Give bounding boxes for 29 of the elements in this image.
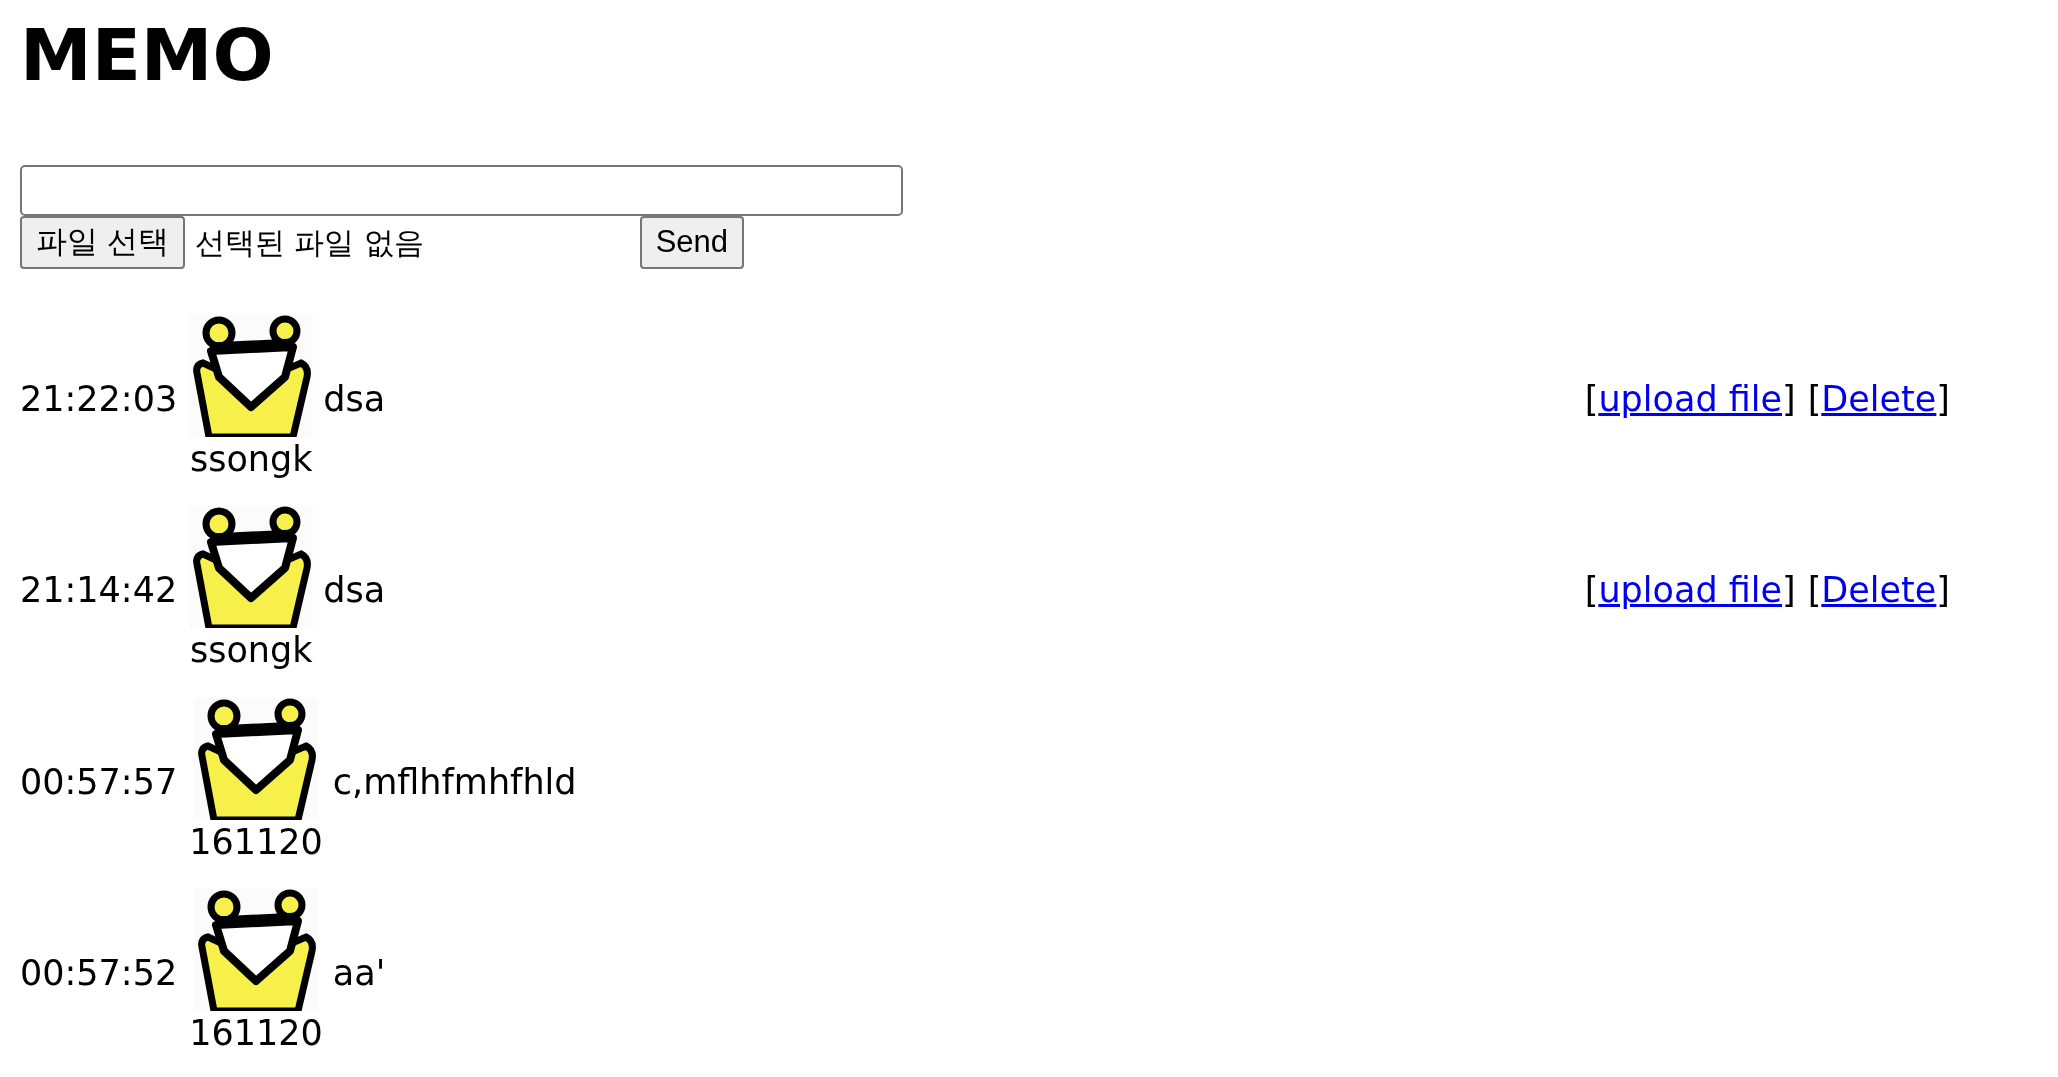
choose-file-button[interactable]: 파일 선택 xyxy=(20,215,185,269)
bracket-text: ] xyxy=(1936,569,1950,613)
memo-message: aa' xyxy=(332,952,386,996)
bracket-text: ] xyxy=(1782,377,1796,421)
action-link[interactable]: upload file xyxy=(1598,372,1783,426)
bracket-text: ] xyxy=(1936,377,1950,421)
memo-input-field[interactable] xyxy=(20,164,903,216)
memo-message: dsa xyxy=(323,569,386,613)
file-status-text: 선택된 파일 없음 xyxy=(194,223,425,262)
memo-message: dsa xyxy=(323,377,386,421)
action-link[interactable]: Delete xyxy=(1821,564,1937,617)
memo-time: 21:14:42 xyxy=(20,569,178,613)
user-name: ssongk xyxy=(189,437,313,481)
bracket-text: [ xyxy=(1807,569,1822,613)
page-title: MEMO xyxy=(20,14,275,97)
bracket-text: [ xyxy=(1807,377,1822,421)
user-name: 161120 xyxy=(189,820,323,864)
memo-time: 00:57:57 xyxy=(20,760,178,804)
bracket-text: [ xyxy=(1584,569,1599,613)
action-link[interactable]: upload file xyxy=(1598,564,1783,617)
user-name: 161120 xyxy=(189,1012,323,1056)
memo-message: c,mflhfmhfhld xyxy=(332,760,577,804)
memo-time: 00:57:52 xyxy=(20,952,178,996)
bracket-text: ] xyxy=(1782,569,1796,613)
action-link[interactable]: Delete xyxy=(1821,372,1937,426)
send-button[interactable]: Send xyxy=(639,215,745,269)
memo-time: 21:22:03 xyxy=(20,377,178,421)
user-name: ssongk xyxy=(189,629,313,673)
bracket-text: [ xyxy=(1584,377,1599,421)
